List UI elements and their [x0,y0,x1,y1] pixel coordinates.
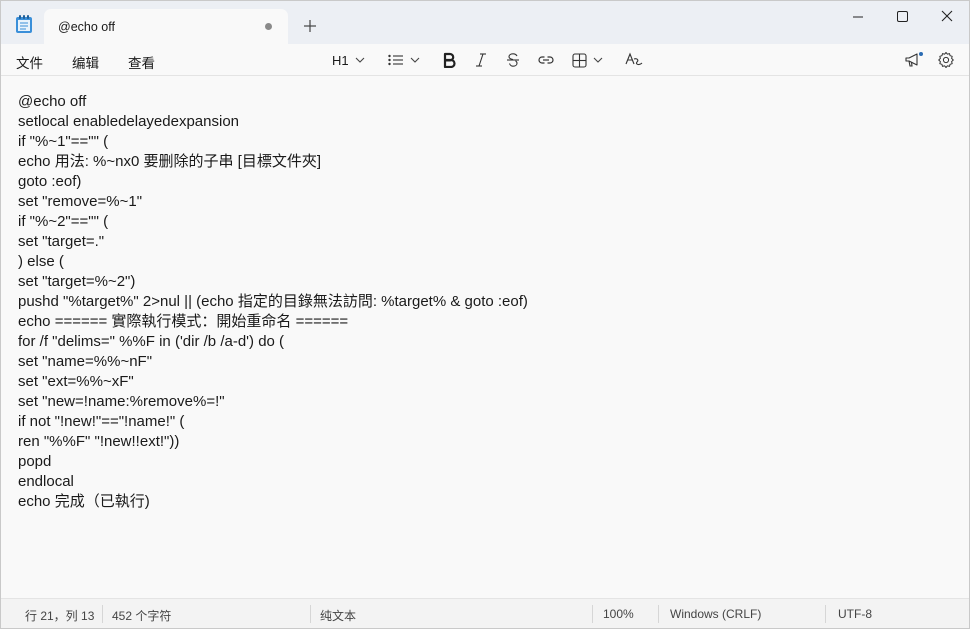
line-ending[interactable]: Windows (CRLF) [670,607,761,621]
spellcheck-icon [625,52,643,66]
link-button[interactable] [537,49,555,71]
menu-file[interactable]: 文件 [16,52,43,72]
editor-line: echo 完成（已執行) [18,493,150,510]
bold-button[interactable] [442,49,456,71]
link-icon [538,56,554,64]
editor-line: setlocal enabledelayedexpansion [18,113,240,130]
editor-line: set "target=%~2") [18,273,136,290]
megaphone-icon [905,52,923,67]
editor-line: if "%~1"=="" ( [18,133,109,150]
status-divider [592,605,593,623]
editor-line: set "ext=%%~xF" [18,373,134,390]
editor-line: set "target=." [18,233,105,250]
tab-title: @echo off [58,20,115,34]
strikethrough-button[interactable] [506,49,520,71]
editor-line: goto :eof) [18,173,82,190]
unsaved-dot-icon[interactable] [265,23,272,30]
editor-line: ren "%%F" "!new!!ext!")) [18,433,180,450]
close-button[interactable] [936,8,958,26]
character-count: 452 个字符 [112,609,172,623]
chevron-down-icon [593,57,603,63]
editor-line: for /f "delims=" %%F in ('dir /b /a-d') … [18,333,285,350]
toolbar: 文件 编辑 查看 H1 [1,44,969,76]
text-format[interactable]: 纯文本 [320,607,356,624]
editor-line: set "remove=%~1" [18,193,143,210]
minimize-icon [853,16,863,18]
tab-document[interactable]: @echo off [44,9,288,44]
whats-new-button[interactable] [904,49,924,71]
close-icon [941,10,953,22]
notepad-window: @echo off 文件 编辑 查看 H1 @echo off setlocal… [0,0,970,629]
editor-line: set "name=%%~nF" [18,353,153,370]
list-dropdown[interactable] [388,49,420,71]
zoom-level[interactable]: 100% [603,607,634,621]
editor-line: ) else ( [18,253,64,270]
status-divider [825,605,826,623]
strikethrough-icon [507,53,519,67]
chevron-down-icon [355,57,365,63]
title-bar: @echo off [1,1,969,44]
gear-icon [938,52,954,68]
status-divider [658,605,659,623]
plus-icon [304,20,316,32]
spellcheck-button[interactable] [625,49,643,71]
bulleted-list-icon [388,54,403,66]
editor-line: endlocal [18,473,74,490]
minimize-button[interactable] [847,8,869,26]
maximize-icon [897,11,908,22]
editor-line: set "new=!name:%remove%=!" [18,393,225,410]
status-divider [102,605,103,623]
table-icon [572,52,587,68]
encoding[interactable]: UTF-8 [838,607,872,621]
status-divider [310,605,311,623]
heading-dropdown[interactable]: H1 [332,49,365,71]
status-bar: 行 21，列 13 452 个字符 纯文本 100% Windows (CRLF… [1,598,969,628]
italic-button[interactable] [474,49,488,71]
menu-view[interactable]: 查看 [128,52,155,72]
settings-button[interactable] [937,49,955,71]
notepad-app-icon [15,14,33,34]
editor-line: if not "!new!"=="!name!" ( [18,413,185,430]
editor-line: @echo off [18,93,87,110]
menu-edit[interactable]: 编辑 [72,52,99,72]
chevron-down-icon [410,57,420,63]
new-tab-button[interactable] [301,17,319,35]
editor-line: echo 用法: %~nx0 要删除的子串 [目標文件夾] [18,153,321,170]
heading-label: H1 [332,52,349,68]
maximize-button[interactable] [891,8,913,26]
editor-line: echo ====== 實際執行模式：開始重命名 ====== [18,313,349,330]
editor-line: if "%~2"=="" ( [18,213,109,230]
editor-line: pushd "%target%" 2>nul || (echo 指定的目錄無法訪… [18,293,528,310]
text-editor[interactable]: @echo off setlocal enabledelayedexpansio… [1,77,969,597]
editor-line: popd [18,453,52,470]
cursor-position[interactable]: 行 21，列 13 [25,607,94,624]
italic-icon [476,53,486,67]
bold-icon [443,52,456,68]
table-dropdown[interactable] [572,49,603,71]
